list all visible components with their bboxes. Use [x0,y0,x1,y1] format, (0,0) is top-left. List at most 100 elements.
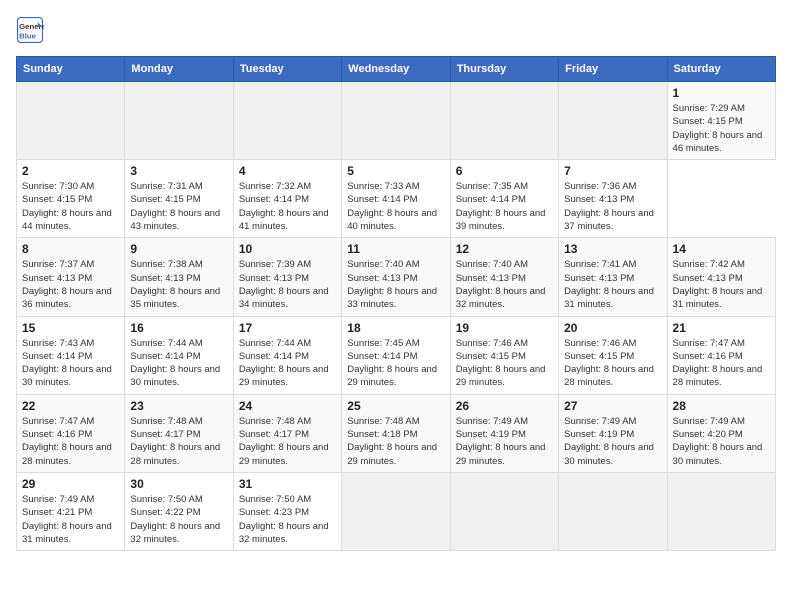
day-number: 27 [564,399,661,413]
day-number: 14 [673,242,770,256]
calendar-cell: 11 Sunrise: 7:40 AMSunset: 4:13 PMDaylig… [342,238,450,316]
week-row-5: 22 Sunrise: 7:47 AMSunset: 4:16 PMDaylig… [17,394,776,472]
day-number: 23 [130,399,227,413]
day-number: 11 [347,242,444,256]
day-number: 29 [22,477,119,491]
header-wednesday: Wednesday [342,57,450,82]
day-number: 30 [130,477,227,491]
day-detail: Sunrise: 7:37 AMSunset: 4:13 PMDaylight:… [22,258,119,311]
calendar-cell: 20 Sunrise: 7:46 AMSunset: 4:15 PMDaylig… [559,316,667,394]
calendar-cell: 15 Sunrise: 7:43 AMSunset: 4:14 PMDaylig… [17,316,125,394]
day-detail: Sunrise: 7:39 AMSunset: 4:13 PMDaylight:… [239,258,336,311]
day-detail: Sunrise: 7:49 AMSunset: 4:19 PMDaylight:… [456,415,553,468]
day-number: 4 [239,164,336,178]
day-number: 18 [347,321,444,335]
calendar-cell: 21 Sunrise: 7:47 AMSunset: 4:16 PMDaylig… [667,316,775,394]
calendar-cell: 27 Sunrise: 7:49 AMSunset: 4:19 PMDaylig… [559,394,667,472]
day-number: 7 [564,164,661,178]
calendar-cell [342,472,450,550]
day-number: 13 [564,242,661,256]
day-detail: Sunrise: 7:47 AMSunset: 4:16 PMDaylight:… [673,337,770,390]
day-detail: Sunrise: 7:50 AMSunset: 4:22 PMDaylight:… [130,493,227,546]
calendar-cell [342,82,450,160]
day-number: 12 [456,242,553,256]
day-detail: Sunrise: 7:41 AMSunset: 4:13 PMDaylight:… [564,258,661,311]
calendar-cell: 8 Sunrise: 7:37 AMSunset: 4:13 PMDayligh… [17,238,125,316]
day-number: 1 [673,86,770,100]
week-row-6: 29 Sunrise: 7:49 AMSunset: 4:21 PMDaylig… [17,472,776,550]
day-detail: Sunrise: 7:44 AMSunset: 4:14 PMDaylight:… [130,337,227,390]
day-detail: Sunrise: 7:49 AMSunset: 4:19 PMDaylight:… [564,415,661,468]
week-row-1: 1 Sunrise: 7:29 AMSunset: 4:15 PMDayligh… [17,82,776,160]
day-number: 6 [456,164,553,178]
day-detail: Sunrise: 7:45 AMSunset: 4:14 PMDaylight:… [347,337,444,390]
day-detail: Sunrise: 7:46 AMSunset: 4:15 PMDaylight:… [456,337,553,390]
day-number: 10 [239,242,336,256]
day-number: 16 [130,321,227,335]
day-number: 19 [456,321,553,335]
day-number: 25 [347,399,444,413]
calendar-table: SundayMondayTuesdayWednesdayThursdayFrid… [16,56,776,551]
calendar-cell: 18 Sunrise: 7:45 AMSunset: 4:14 PMDaylig… [342,316,450,394]
day-number: 9 [130,242,227,256]
calendar-cell: 25 Sunrise: 7:48 AMSunset: 4:18 PMDaylig… [342,394,450,472]
calendar-cell: 26 Sunrise: 7:49 AMSunset: 4:19 PMDaylig… [450,394,558,472]
calendar-cell: 9 Sunrise: 7:38 AMSunset: 4:13 PMDayligh… [125,238,233,316]
day-detail: Sunrise: 7:38 AMSunset: 4:13 PMDaylight:… [130,258,227,311]
day-number: 28 [673,399,770,413]
day-number: 24 [239,399,336,413]
page-header: General Blue [16,16,776,44]
day-detail: Sunrise: 7:40 AMSunset: 4:13 PMDaylight:… [347,258,444,311]
calendar-cell: 4 Sunrise: 7:32 AMSunset: 4:14 PMDayligh… [233,160,341,238]
day-number: 8 [22,242,119,256]
day-detail: Sunrise: 7:47 AMSunset: 4:16 PMDaylight:… [22,415,119,468]
calendar-cell: 3 Sunrise: 7:31 AMSunset: 4:15 PMDayligh… [125,160,233,238]
calendar-cell: 23 Sunrise: 7:48 AMSunset: 4:17 PMDaylig… [125,394,233,472]
day-detail: Sunrise: 7:42 AMSunset: 4:13 PMDaylight:… [673,258,770,311]
day-detail: Sunrise: 7:32 AMSunset: 4:14 PMDaylight:… [239,180,336,233]
calendar-cell: 12 Sunrise: 7:40 AMSunset: 4:13 PMDaylig… [450,238,558,316]
day-number: 20 [564,321,661,335]
day-number: 3 [130,164,227,178]
calendar-cell: 28 Sunrise: 7:49 AMSunset: 4:20 PMDaylig… [667,394,775,472]
calendar-cell: 2 Sunrise: 7:30 AMSunset: 4:15 PMDayligh… [17,160,125,238]
calendar-cell: 30 Sunrise: 7:50 AMSunset: 4:22 PMDaylig… [125,472,233,550]
day-number: 15 [22,321,119,335]
day-number: 26 [456,399,553,413]
header-monday: Monday [125,57,233,82]
day-number: 31 [239,477,336,491]
header-sunday: Sunday [17,57,125,82]
header-tuesday: Tuesday [233,57,341,82]
day-detail: Sunrise: 7:44 AMSunset: 4:14 PMDaylight:… [239,337,336,390]
day-number: 2 [22,164,119,178]
calendar-cell: 14 Sunrise: 7:42 AMSunset: 4:13 PMDaylig… [667,238,775,316]
day-detail: Sunrise: 7:30 AMSunset: 4:15 PMDaylight:… [22,180,119,233]
header-friday: Friday [559,57,667,82]
day-detail: Sunrise: 7:31 AMSunset: 4:15 PMDaylight:… [130,180,227,233]
calendar-cell [450,82,558,160]
calendar-cell: 24 Sunrise: 7:48 AMSunset: 4:17 PMDaylig… [233,394,341,472]
calendar-cell: 22 Sunrise: 7:47 AMSunset: 4:16 PMDaylig… [17,394,125,472]
calendar-cell [450,472,558,550]
calendar-cell [559,82,667,160]
calendar-body: 1 Sunrise: 7:29 AMSunset: 4:15 PMDayligh… [17,82,776,551]
calendar-cell: 13 Sunrise: 7:41 AMSunset: 4:13 PMDaylig… [559,238,667,316]
day-detail: Sunrise: 7:50 AMSunset: 4:23 PMDaylight:… [239,493,336,546]
calendar-cell: 31 Sunrise: 7:50 AMSunset: 4:23 PMDaylig… [233,472,341,550]
day-detail: Sunrise: 7:46 AMSunset: 4:15 PMDaylight:… [564,337,661,390]
day-detail: Sunrise: 7:36 AMSunset: 4:13 PMDaylight:… [564,180,661,233]
calendar-cell [233,82,341,160]
day-detail: Sunrise: 7:33 AMSunset: 4:14 PMDaylight:… [347,180,444,233]
day-detail: Sunrise: 7:48 AMSunset: 4:18 PMDaylight:… [347,415,444,468]
day-detail: Sunrise: 7:29 AMSunset: 4:15 PMDaylight:… [673,102,770,155]
calendar-cell [125,82,233,160]
day-detail: Sunrise: 7:35 AMSunset: 4:14 PMDaylight:… [456,180,553,233]
day-number: 22 [22,399,119,413]
day-detail: Sunrise: 7:43 AMSunset: 4:14 PMDaylight:… [22,337,119,390]
day-number: 5 [347,164,444,178]
calendar-cell: 5 Sunrise: 7:33 AMSunset: 4:14 PMDayligh… [342,160,450,238]
calendar-cell [17,82,125,160]
logo: General Blue [16,16,48,44]
week-row-3: 8 Sunrise: 7:37 AMSunset: 4:13 PMDayligh… [17,238,776,316]
calendar-cell [559,472,667,550]
